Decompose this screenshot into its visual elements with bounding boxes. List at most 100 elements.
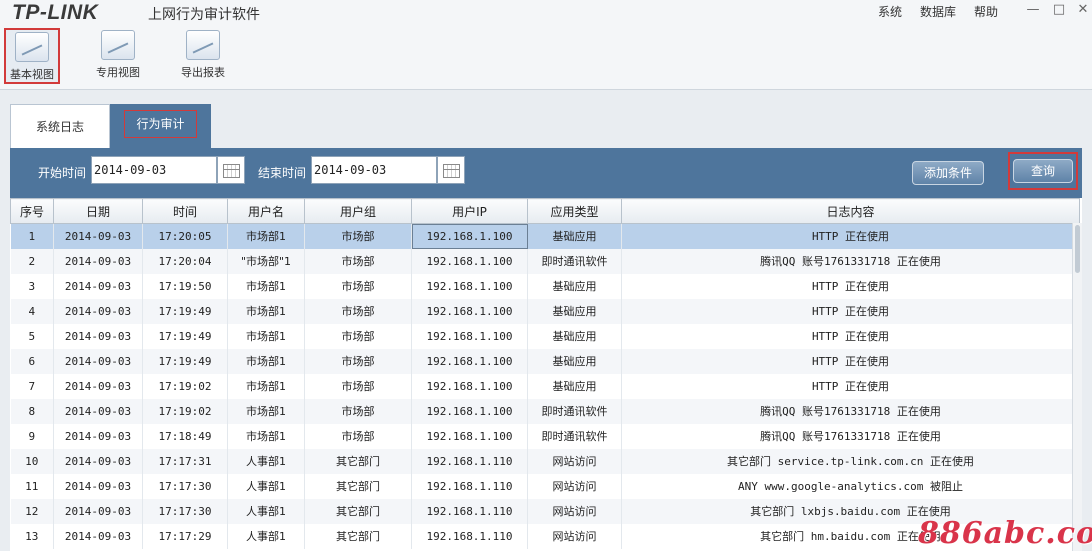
cell-date: 2014-09-03 [53,423,143,449]
table-row[interactable]: 7 2014-09-03 17:19:02 市场部1 市场部 192.168.1.100 基… [10,373,1080,399]
title-bar: TP-LINK 上网行为审计软件 系统 数据库 帮助 — □ ✕ [0,0,1092,24]
menu-database[interactable]: 数据库 [920,3,956,20]
cell-index: 7 [10,373,54,399]
scrollbar-thumb[interactable] [1075,225,1080,273]
cell-username: 市场部1 [227,373,305,399]
cell-date: 2014-09-03 [53,223,143,249]
table-row[interactable]: 2 2014-09-03 17:20:04 "市场部"1 市场部 192.168.1.10… [10,248,1080,274]
cell-date: 2014-09-03 [53,373,143,399]
cell-app-type: 网站访问 [527,523,622,549]
cell-time: 17:19:50 [142,273,228,299]
cell-username: 市场部1 [227,423,305,449]
cell-index: 8 [10,398,54,424]
star-view-icon [101,30,135,60]
cell-username: 市场部1 [227,298,305,324]
column-header-date[interactable]: 日期 [53,198,143,224]
cell-time: 17:20:05 [142,223,228,249]
table-row[interactable]: 9 2014-09-03 17:18:49 市场部1 市场部 192.168.1.100 即… [10,423,1080,449]
cell-app-type: 即时通讯软件 [527,248,622,274]
column-header-usergroup[interactable]: 用户组 [304,198,412,224]
cell-date: 2014-09-03 [53,398,143,424]
maximize-icon[interactable]: □ [1050,2,1068,18]
cell-log-content: ANY www.google-analytics.com 被阻止 [621,473,1080,499]
cell-user-ip: 192.168.1.110 [411,523,528,549]
cell-app-type: 基础应用 [527,373,622,399]
cell-time: 17:17:29 [142,523,228,549]
end-time-input[interactable]: 2014-09-03 [311,156,437,184]
export-report-button[interactable]: 导出报表 [175,28,231,84]
table-row[interactable]: 6 2014-09-03 17:19:49 市场部1 市场部 192.168.1.100 基… [10,348,1080,374]
cell-user-ip: 192.168.1.100 [411,423,528,449]
table-row[interactable]: 1 2014-09-03 17:20:05 市场部1 市场部 192.168.1.100 基… [10,223,1080,249]
cell-username: 市场部1 [227,398,305,424]
cell-date: 2014-09-03 [53,448,143,474]
column-header-log-content[interactable]: 日志内容 [621,198,1080,224]
cell-index: 10 [10,448,54,474]
start-calendar-icon[interactable] [217,156,245,184]
cell-index: 12 [10,498,54,524]
table-row[interactable]: 8 2014-09-03 17:19:02 市场部1 市场部 192.168.1.100 即… [10,398,1080,424]
cell-user-ip: 192.168.1.100 [411,398,528,424]
cell-time: 17:19:02 [142,398,228,424]
cell-usergroup: 其它部门 [304,498,412,524]
cell-log-content: 腾讯QQ 账号1761331718 正在使用 [621,398,1080,424]
cell-date: 2014-09-03 [53,348,143,374]
table-row[interactable]: 4 2014-09-03 17:19:49 市场部1 市场部 192.168.1.100 基… [10,298,1080,324]
query-button-highlight: 查询 [1008,152,1078,190]
cell-date: 2014-09-03 [53,473,143,499]
query-button[interactable]: 查询 [1013,159,1073,183]
column-header-username[interactable]: 用户名 [227,198,305,224]
vertical-scrollbar[interactable] [1072,223,1082,551]
add-condition-button[interactable]: 添加条件 [912,161,984,185]
cell-index: 2 [10,248,54,274]
basic-view-label: 基本视图 [10,68,54,81]
special-view-button[interactable]: 专用视图 [90,28,146,84]
tp-link-logo: TP-LINK [12,1,99,24]
cell-time: 17:19:49 [142,348,228,374]
cell-index: 5 [10,323,54,349]
minimize-icon[interactable]: — [1024,2,1042,18]
table-row[interactable]: 11 2014-09-03 17:17:30 人事部1 其它部门 192.168.1.11… [10,473,1080,499]
cell-usergroup: 其它部门 [304,523,412,549]
cell-usergroup: 其它部门 [304,448,412,474]
cell-log-content: HTTP 正在使用 [621,348,1080,374]
tab-system-log[interactable]: 系统日志 [10,104,110,148]
basic-view-button[interactable]: 基本视图 [4,28,60,84]
cell-usergroup: 市场部 [304,348,412,374]
column-header-user-ip[interactable]: 用户IP [411,198,528,224]
cell-app-type: 网站访问 [527,498,622,524]
column-header-index[interactable]: 序号 [10,198,54,224]
cell-user-ip: 192.168.1.100 [411,298,528,324]
cell-app-type: 即时通讯软件 [527,423,622,449]
cell-app-type: 基础应用 [527,348,622,374]
cell-time: 17:20:04 [142,248,228,274]
column-header-time[interactable]: 时间 [142,198,228,224]
cell-usergroup: 市场部 [304,248,412,274]
table-row[interactable]: 5 2014-09-03 17:19:49 市场部1 市场部 192.168.1.100 基… [10,323,1080,349]
menu-system[interactable]: 系统 [878,3,902,20]
table-row[interactable]: 10 2014-09-03 17:17:31 人事部1 其它部门 192.168.1.11… [10,448,1080,474]
start-time-input[interactable]: 2014-09-03 [91,156,217,184]
table-header-row: 序号 日期 时间 用户名 用户组 用户IP 应用类型 日志内容 [10,198,1080,224]
site-watermark: 886abc.com [918,516,1092,551]
cell-log-content: 腾讯QQ 账号1761331718 正在使用 [621,423,1080,449]
close-icon[interactable]: ✕ [1074,2,1092,18]
menu-help[interactable]: 帮助 [974,3,998,20]
cell-username: 市场部1 [227,348,305,374]
app-title: 上网行为审计软件 [148,7,260,23]
table-row[interactable]: 3 2014-09-03 17:19:50 市场部1 市场部 192.168.1.100 基… [10,273,1080,299]
column-header-app-type[interactable]: 应用类型 [527,198,622,224]
cell-log-content: HTTP 正在使用 [621,273,1080,299]
cell-usergroup: 市场部 [304,298,412,324]
cell-log-content: HTTP 正在使用 [621,223,1080,249]
cell-log-content: 其它部门 service.tp-link.com.cn 正在使用 [621,448,1080,474]
cell-app-type: 基础应用 [527,223,622,249]
cell-time: 17:17:30 [142,498,228,524]
cell-user-ip: 192.168.1.110 [411,448,528,474]
cell-index: 3 [10,273,54,299]
cell-date: 2014-09-03 [53,273,143,299]
end-calendar-icon[interactable] [437,156,465,184]
cell-log-content: 腾讯QQ 账号1761331718 正在使用 [621,248,1080,274]
tab-behavior-audit[interactable]: 行为审计 [110,104,211,148]
cell-app-type: 即时通讯软件 [527,398,622,424]
